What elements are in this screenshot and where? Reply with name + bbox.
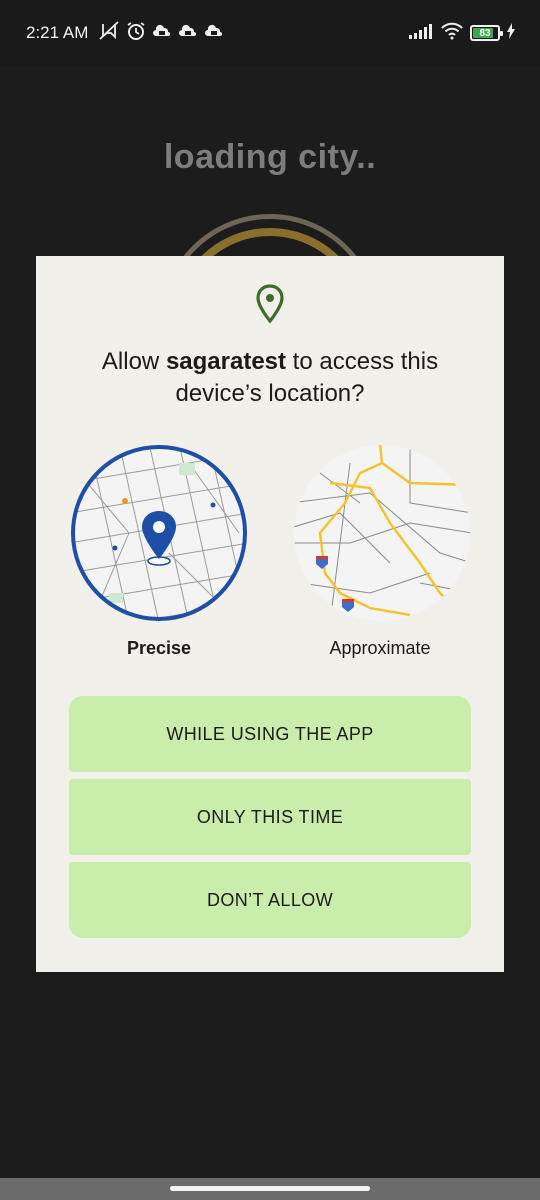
- precise-option-map[interactable]: [69, 443, 249, 623]
- mute-vibrate-icon: [98, 20, 120, 46]
- wifi-icon: [440, 22, 464, 45]
- location-permission-dialog: Allow sagaratest to access this device’s…: [36, 256, 504, 972]
- cloud-icon: [178, 23, 198, 44]
- battery-level: 83: [479, 27, 491, 39]
- battery-nub: [500, 31, 503, 36]
- navigation-bar: [0, 1178, 540, 1200]
- status-time: 2:21 AM: [26, 23, 89, 42]
- cloud-icon: [204, 23, 224, 44]
- signal-icon: [408, 23, 434, 44]
- cloud-icon: [152, 23, 172, 44]
- app-name: sagaratest: [165, 348, 287, 375]
- status-system-icons: 83: [408, 21, 516, 45]
- status-notification-icons: [98, 20, 224, 46]
- title-prefix: Allow: [101, 348, 166, 375]
- dont-allow-button[interactable]: DON’T ALLOW: [69, 862, 471, 938]
- only-this-time-button[interactable]: ONLY THIS TIME: [69, 779, 471, 855]
- loading-city-text: loading city..: [163, 138, 377, 176]
- location-pin-icon: [254, 284, 286, 324]
- approximate-option-map[interactable]: [290, 443, 472, 623]
- charging-icon: [506, 22, 516, 44]
- precise-label[interactable]: Precise: [69, 638, 249, 659]
- approximate-label[interactable]: Approximate: [290, 638, 470, 659]
- while-using-app-button[interactable]: WHILE USING THE APP: [69, 696, 471, 772]
- status-bar: 2:21 AM 83: [0, 0, 540, 66]
- home-gesture-handle[interactable]: [170, 1186, 370, 1191]
- battery-icon: 83: [470, 25, 503, 41]
- alarm-icon: [126, 21, 146, 46]
- dialog-title: Allow sagaratest to access this device’s…: [60, 346, 480, 410]
